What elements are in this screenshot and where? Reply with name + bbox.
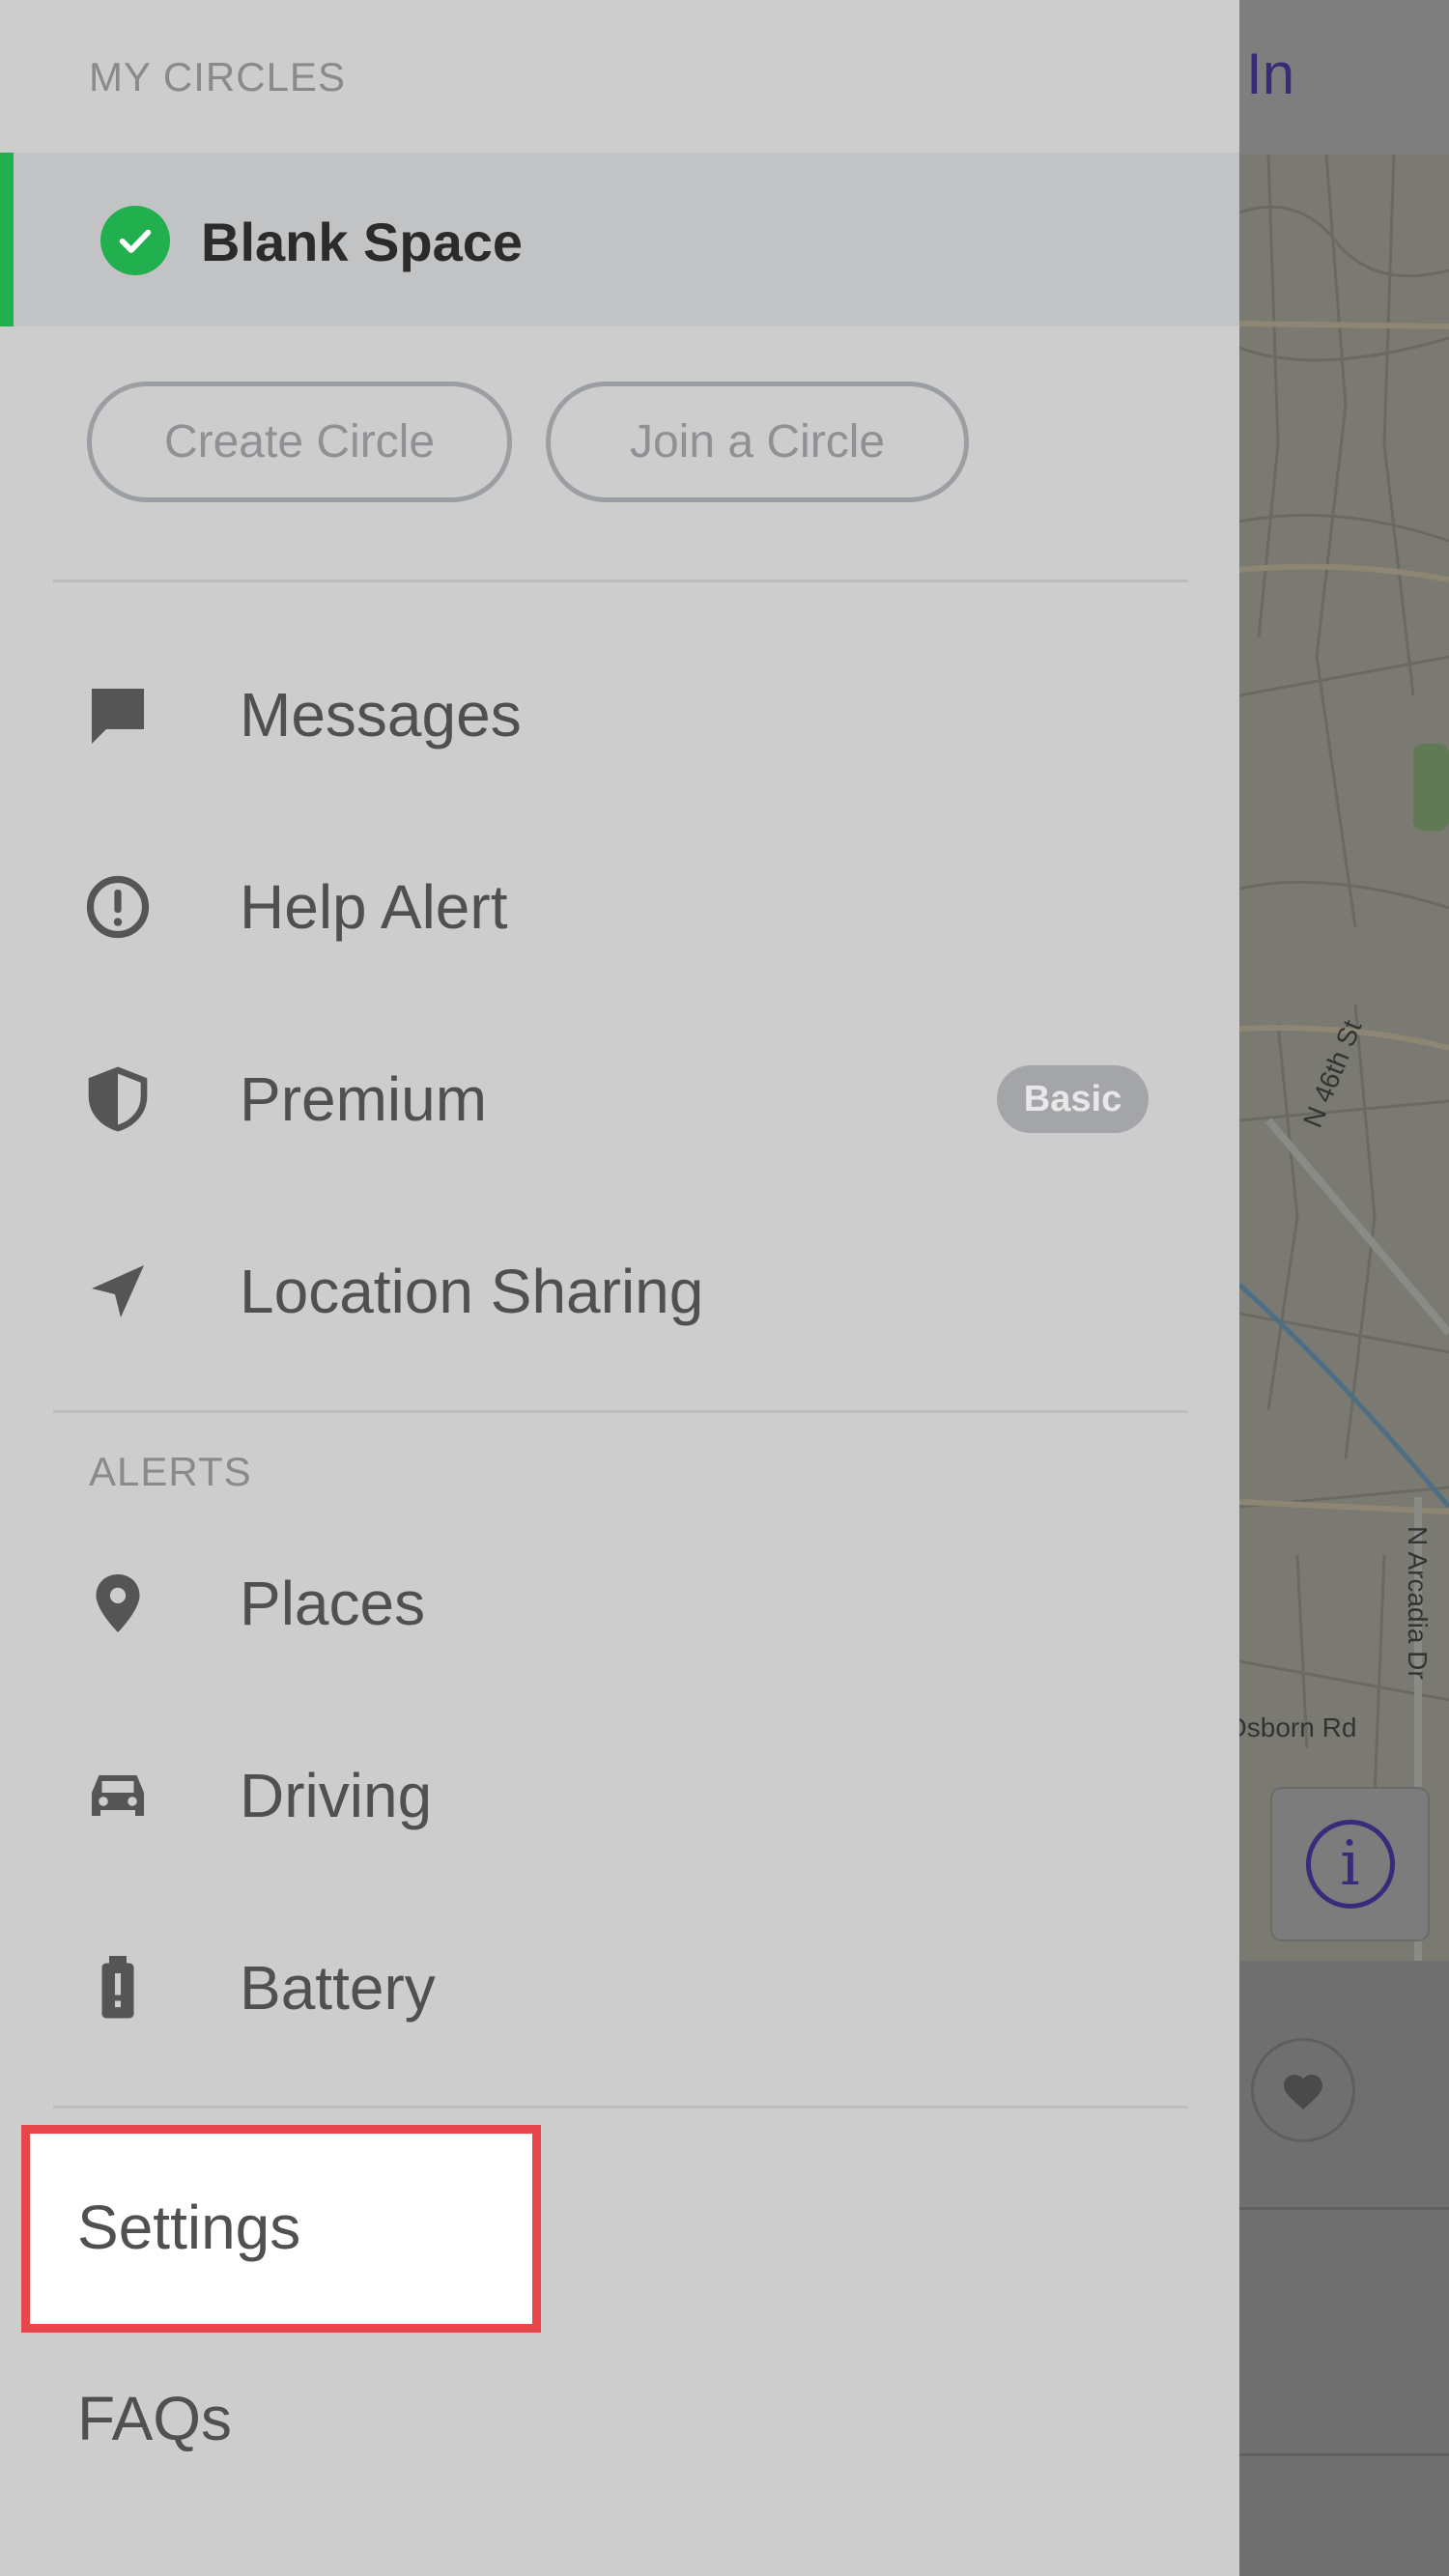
battery-icon — [79, 1949, 156, 2026]
location-arrow-icon — [79, 1253, 156, 1330]
menu-label: Help Alert — [240, 872, 508, 942]
divider — [53, 1410, 1188, 1413]
car-icon — [79, 1757, 156, 1834]
active-indicator — [0, 153, 14, 326]
alerts-title: ALERTS — [89, 1449, 252, 1494]
plan-badge: Basic — [997, 1065, 1149, 1133]
menu-label: Location Sharing — [240, 1257, 704, 1326]
join-circle-button[interactable]: Join a Circle — [546, 382, 969, 502]
menu-item-premium[interactable]: Premium Basic — [0, 1012, 1239, 1186]
menu-label: Battery — [240, 1953, 436, 2023]
menu-label: Premium — [240, 1064, 488, 1134]
alert-icon — [79, 868, 156, 946]
heart-icon — [1284, 2075, 1322, 2109]
info-icon: i — [1305, 1820, 1395, 1909]
sheet-divider — [1239, 2453, 1449, 2456]
menu-label: FAQs — [77, 2384, 233, 2453]
street-label: N Arcadia Dr — [1403, 1526, 1433, 1680]
menu-label: Settings — [77, 2193, 301, 2262]
info-button[interactable]: i — [1270, 1787, 1430, 1941]
map-view[interactable]: N 46th St N Arcadia Dr Osborn Rd — [1239, 155, 1449, 1961]
message-icon — [79, 676, 156, 753]
divider — [53, 2106, 1188, 2109]
menu-label: Places — [240, 1569, 426, 1638]
sheet-divider — [1239, 2207, 1449, 2210]
my-circles-title: MY CIRCLES — [89, 54, 346, 99]
menu-item-battery[interactable]: Battery — [0, 1901, 1239, 2075]
active-circle-row[interactable]: Blank Space — [0, 153, 1239, 326]
create-circle-button[interactable]: Create Circle — [87, 382, 512, 502]
circle-name: Blank Space — [201, 212, 524, 272]
divider — [53, 580, 1188, 582]
side-drawer: MY CIRCLES Blank Space Create Circle Joi… — [0, 0, 1239, 2576]
menu-item-places[interactable]: Places — [0, 1516, 1239, 1690]
menu-label: Messages — [240, 680, 522, 750]
menu-item-messages[interactable]: Messages — [0, 628, 1239, 802]
check-icon — [100, 206, 170, 275]
menu-item-help-alert[interactable]: Help Alert — [0, 820, 1239, 994]
menu-item-driving[interactable]: Driving — [0, 1709, 1239, 1882]
menu-label: Driving — [240, 1761, 433, 1830]
favorite-button[interactable] — [1251, 2038, 1355, 2142]
street-label: Osborn Rd — [1239, 1713, 1357, 1742]
map-pin-icon — [79, 1565, 156, 1642]
menu-item-faqs[interactable]: FAQs — [0, 2332, 1239, 2505]
menu-item-settings[interactable]: Settings — [0, 2140, 1239, 2314]
shield-icon — [79, 1061, 156, 1138]
menu-item-location-sharing[interactable]: Location Sharing — [0, 1204, 1239, 1378]
